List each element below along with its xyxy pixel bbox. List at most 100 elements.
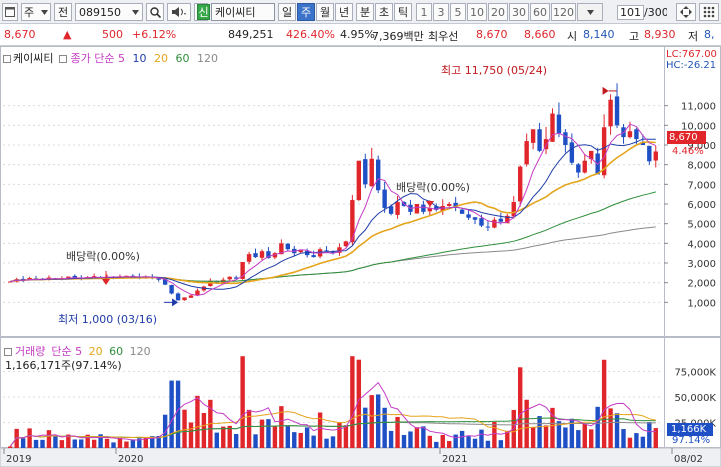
- chart-area[interactable]: 11,000 10,000 9,000 8,000 7,000 6,000 5,000 4,0…: [0, 46, 721, 467]
- candle-body: [446, 204, 452, 206]
- price-tick-label: 8,000: [687, 161, 716, 172]
- volume-bar: [459, 430, 465, 448]
- stock-code-input[interactable]: 089150: [75, 3, 143, 21]
- candle-body: [563, 132, 568, 145]
- interval-dropdown[interactable]: [577, 3, 603, 21]
- volume-pct-tag: 97.14%: [672, 435, 711, 446]
- price-panel-title: 케이씨티: [13, 52, 54, 65]
- candle-body: [182, 297, 187, 301]
- candle-body: [175, 293, 181, 301]
- volume-bar: [298, 432, 303, 448]
- interval-1-button[interactable]: 1: [416, 3, 432, 21]
- candle-body: [227, 276, 232, 280]
- candle-body: [569, 142, 575, 163]
- volume-bar: [647, 422, 652, 448]
- interval-30-button[interactable]: 30: [509, 3, 529, 21]
- volume-bar: [175, 380, 181, 448]
- period-day-button[interactable]: 일: [278, 3, 296, 21]
- volume-bar: [408, 431, 413, 448]
- window-icon[interactable]: [2, 3, 18, 21]
- volume-bar: [453, 434, 458, 448]
- grid-dots-icon[interactable]: [699, 3, 719, 21]
- dropdown-icon: [41, 9, 48, 15]
- volume-bar: [324, 438, 329, 448]
- open-label: 시: [567, 30, 578, 43]
- search-icon[interactable]: [146, 3, 164, 21]
- dividend-label-2020: 배당락(0.00%): [396, 181, 470, 194]
- period-second-button[interactable]: 초: [375, 3, 393, 21]
- volume-bar: [188, 422, 194, 448]
- interval-60-button[interactable]: 60: [530, 3, 550, 21]
- volume-bar: [601, 359, 607, 448]
- volume-bar: [543, 425, 549, 448]
- bar-count-total: /300: [644, 5, 667, 19]
- volume-bar: [253, 434, 258, 448]
- volume-bar: [634, 433, 639, 448]
- bar-count-field[interactable]: 101 /300: [611, 3, 667, 21]
- candle-body: [556, 114, 562, 134]
- panel-toggle-icon[interactable]: [3, 55, 11, 63]
- price-tick-label: 3,000: [687, 259, 716, 270]
- volume-bar: [227, 425, 232, 448]
- x-axis-label: 2021: [442, 454, 467, 465]
- volume-bar: [498, 440, 504, 448]
- interval-20-button[interactable]: 20: [488, 3, 508, 21]
- current-price-tag: 8,670: [667, 131, 706, 144]
- candle-body: [188, 295, 194, 298]
- volume-bar: [201, 413, 207, 448]
- x-axis-label: 08/02: [674, 454, 703, 465]
- speaker-icon[interactable]: [167, 3, 191, 21]
- volume-bar: [266, 419, 271, 448]
- interval-3-button[interactable]: 3: [433, 3, 449, 21]
- volume-tick-label: 50,000K: [674, 393, 716, 404]
- price-change: 500: [102, 28, 123, 41]
- volume-bar: [46, 430, 52, 448]
- volume-bar: [421, 426, 426, 448]
- volume-bar: [169, 380, 174, 448]
- prefix-button[interactable]: 전: [54, 3, 72, 21]
- interval-10-button[interactable]: 10: [467, 3, 487, 21]
- candle-body: [369, 158, 374, 187]
- arrows-icon[interactable]: [676, 3, 696, 21]
- interval-5-button[interactable]: 5: [450, 3, 466, 21]
- candle-body: [421, 204, 426, 212]
- x-axis-label: 2020: [118, 454, 143, 465]
- candle-body: [259, 251, 265, 258]
- volume-bar: [246, 409, 252, 448]
- volume-bar: [621, 429, 626, 448]
- volume-bar: [311, 435, 316, 448]
- period-year-button[interactable]: 년: [335, 3, 353, 21]
- volume-bar: [124, 441, 129, 448]
- volume-bar: [595, 406, 600, 448]
- period-month-button[interactable]: 월: [316, 3, 334, 21]
- candle-body: [414, 204, 420, 214]
- volume-bar: [8, 446, 13, 448]
- volume-bar: [117, 437, 123, 448]
- price-tick-label: 4,000: [687, 239, 716, 250]
- candle-body: [485, 226, 491, 228]
- volume-bar: [537, 416, 542, 448]
- volume-bar: [27, 428, 32, 448]
- volume-bar: [285, 425, 291, 448]
- candle-body: [311, 255, 316, 258]
- best-quote-label: 최우선: [428, 30, 459, 43]
- volume-bar: [182, 409, 187, 448]
- volume-bar: [304, 427, 310, 448]
- stock-name-field[interactable]: 케이씨티: [211, 3, 275, 21]
- legend-ma60: 60: [175, 52, 190, 65]
- interval-120-button[interactable]: 120: [551, 3, 576, 21]
- dividend-label-2019: 배당락(0.00%): [66, 250, 140, 263]
- indicator-toggle-icon[interactable]: [59, 55, 68, 63]
- period-minute-button[interactable]: 분: [356, 3, 374, 21]
- candle-body: [363, 159, 368, 185]
- quote-bar: 8,670 ▲ 500 +6.12% 849,251 426.40% 4.95%…: [0, 24, 721, 46]
- period-tick-button[interactable]: 틱: [394, 3, 412, 21]
- market-select[interactable]: 주: [21, 3, 51, 21]
- price-panel-legend: 케이씨티 종가 단순 5 10 20 60 120: [0, 50, 218, 66]
- volume-bar: [330, 436, 336, 448]
- volume-bar: [20, 438, 26, 448]
- period-week-button[interactable]: 주: [297, 3, 315, 21]
- volume-bar: [350, 356, 355, 448]
- candle-body: [382, 189, 387, 208]
- volume-toggle-icon[interactable]: [4, 348, 12, 356]
